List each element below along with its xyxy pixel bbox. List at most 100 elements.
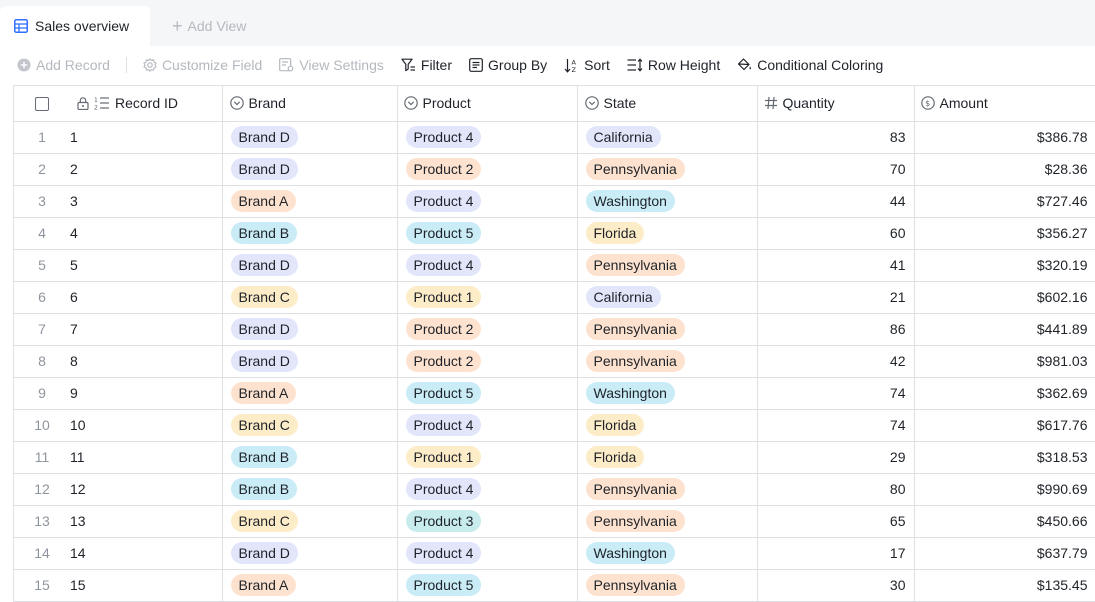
product-cell[interactable]: Product 4 bbox=[397, 537, 578, 570]
state-cell[interactable]: Florida bbox=[577, 409, 758, 442]
row-number[interactable]: 6 bbox=[14, 281, 70, 314]
row-number[interactable]: 3 bbox=[14, 185, 70, 218]
row-number[interactable]: 13 bbox=[14, 505, 70, 538]
quantity-cell[interactable]: 86 bbox=[757, 313, 915, 346]
quantity-cell[interactable]: 17 bbox=[757, 537, 915, 570]
record-id-cell[interactable]: 5 bbox=[70, 249, 223, 282]
amount-cell[interactable]: $981.03 bbox=[914, 345, 1095, 378]
quantity-cell[interactable]: 42 bbox=[757, 345, 915, 378]
quantity-cell[interactable]: 29 bbox=[757, 441, 915, 474]
amount-cell[interactable]: $318.53 bbox=[914, 441, 1095, 474]
column-header-amount[interactable]: $ Amount bbox=[914, 86, 1095, 122]
table-row[interactable]: 10 10 Brand C Product 4 Florida 74 $617.76 bbox=[14, 409, 1095, 442]
brand-cell[interactable]: Brand D bbox=[222, 313, 398, 346]
quantity-cell[interactable]: 74 bbox=[757, 377, 915, 410]
state-cell[interactable]: Pennsylvania bbox=[577, 153, 758, 186]
row-number[interactable]: 11 bbox=[14, 441, 70, 474]
record-id-cell[interactable]: 9 bbox=[70, 377, 223, 410]
quantity-cell[interactable]: 70 bbox=[757, 153, 915, 186]
row-number[interactable]: 9 bbox=[14, 377, 70, 410]
column-header-quantity[interactable]: Quantity bbox=[757, 86, 915, 122]
product-cell[interactable]: Product 4 bbox=[397, 121, 578, 154]
column-header-state[interactable]: State bbox=[577, 86, 758, 122]
amount-cell[interactable]: $441.89 bbox=[914, 313, 1095, 346]
product-cell[interactable]: Product 5 bbox=[397, 217, 578, 250]
amount-cell[interactable]: $356.27 bbox=[914, 217, 1095, 250]
brand-cell[interactable]: Brand C bbox=[222, 505, 398, 538]
quantity-cell[interactable]: 30 bbox=[757, 569, 915, 602]
brand-cell[interactable]: Brand B bbox=[222, 441, 398, 474]
row-number[interactable]: 4 bbox=[14, 217, 70, 250]
state-cell[interactable]: California bbox=[577, 281, 758, 314]
amount-cell[interactable]: $727.46 bbox=[914, 185, 1095, 218]
record-id-cell[interactable]: 12 bbox=[70, 473, 223, 506]
table-row[interactable]: 1 1 Brand D Product 4 California 83 $386.78 bbox=[14, 121, 1095, 154]
quantity-cell[interactable]: 83 bbox=[757, 121, 915, 154]
record-id-cell[interactable]: 14 bbox=[70, 537, 223, 570]
product-cell[interactable]: Product 2 bbox=[397, 313, 578, 346]
record-id-cell[interactable]: 8 bbox=[70, 345, 223, 378]
brand-cell[interactable]: Brand C bbox=[222, 409, 398, 442]
tab-sales-overview[interactable]: Sales overview bbox=[0, 6, 150, 46]
brand-cell[interactable]: Brand D bbox=[222, 249, 398, 282]
table-row[interactable]: 15 15 Brand A Product 5 Pennsylvania 30 $135.4… bbox=[14, 569, 1095, 602]
table-row[interactable]: 8 8 Brand D Product 2 Pennsylvania 42 $981.03 bbox=[14, 345, 1095, 378]
state-cell[interactable]: Florida bbox=[577, 217, 758, 250]
brand-cell[interactable]: Brand D bbox=[222, 537, 398, 570]
record-id-cell[interactable]: 11 bbox=[70, 441, 223, 474]
table-row[interactable]: 7 7 Brand D Product 2 Pennsylvania 86 $441.89 bbox=[14, 313, 1095, 346]
product-cell[interactable]: Product 5 bbox=[397, 569, 578, 602]
product-cell[interactable]: Product 4 bbox=[397, 409, 578, 442]
customize-field-button[interactable]: Customize Field bbox=[143, 53, 262, 77]
quantity-cell[interactable]: 60 bbox=[757, 217, 915, 250]
amount-cell[interactable]: $990.69 bbox=[914, 473, 1095, 506]
state-cell[interactable]: Pennsylvania bbox=[577, 249, 758, 282]
amount-cell[interactable]: $320.19 bbox=[914, 249, 1095, 282]
table-row[interactable]: 6 6 Brand C Product 1 California 21 $602.16 bbox=[14, 281, 1095, 314]
brand-cell[interactable]: Brand D bbox=[222, 121, 398, 154]
brand-cell[interactable]: Brand A bbox=[222, 377, 398, 410]
product-cell[interactable]: Product 3 bbox=[397, 505, 578, 538]
table-row[interactable]: 3 3 Brand A Product 4 Washington 44 $727.46 bbox=[14, 185, 1095, 218]
product-cell[interactable]: Product 5 bbox=[397, 377, 578, 410]
quantity-cell[interactable]: 21 bbox=[757, 281, 915, 314]
product-cell[interactable]: Product 1 bbox=[397, 441, 578, 474]
row-number[interactable]: 8 bbox=[14, 345, 70, 378]
state-cell[interactable]: Pennsylvania bbox=[577, 473, 758, 506]
record-id-cell[interactable]: 13 bbox=[70, 505, 223, 538]
state-cell[interactable]: Pennsylvania bbox=[577, 313, 758, 346]
state-cell[interactable]: Pennsylvania bbox=[577, 505, 758, 538]
group-by-button[interactable]: Group By bbox=[469, 53, 547, 77]
quantity-cell[interactable]: 41 bbox=[757, 249, 915, 282]
add-view-button[interactable]: + Add View bbox=[172, 16, 246, 36]
product-cell[interactable]: Product 2 bbox=[397, 345, 578, 378]
product-cell[interactable]: Product 4 bbox=[397, 473, 578, 506]
table-row[interactable]: 12 12 Brand B Product 4 Pennsylvania 80 $990.6… bbox=[14, 473, 1095, 506]
row-number[interactable]: 5 bbox=[14, 249, 70, 282]
amount-cell[interactable]: $28.36 bbox=[914, 153, 1095, 186]
state-cell[interactable]: California bbox=[577, 121, 758, 154]
select-all-checkbox[interactable] bbox=[35, 97, 49, 112]
state-cell[interactable]: Washington bbox=[577, 185, 758, 218]
brand-cell[interactable]: Brand A bbox=[222, 185, 398, 218]
amount-cell[interactable]: $450.66 bbox=[914, 505, 1095, 538]
row-number[interactable]: 7 bbox=[14, 313, 70, 346]
table-row[interactable]: 13 13 Brand C Product 3 Pennsylvania 65 $450.6… bbox=[14, 505, 1095, 538]
row-number[interactable]: 12 bbox=[14, 473, 70, 506]
state-cell[interactable]: Washington bbox=[577, 377, 758, 410]
brand-cell[interactable]: Brand C bbox=[222, 281, 398, 314]
row-number[interactable]: 1 bbox=[14, 121, 70, 154]
row-height-button[interactable]: Row Height bbox=[627, 53, 720, 77]
product-cell[interactable]: Product 2 bbox=[397, 153, 578, 186]
amount-cell[interactable]: $362.69 bbox=[914, 377, 1095, 410]
amount-cell[interactable]: $602.16 bbox=[914, 281, 1095, 314]
row-number[interactable]: 10 bbox=[14, 409, 70, 442]
amount-cell[interactable]: $637.79 bbox=[914, 537, 1095, 570]
quantity-cell[interactable]: 44 bbox=[757, 185, 915, 218]
view-settings-button[interactable]: View Settings bbox=[279, 53, 384, 77]
brand-cell[interactable]: Brand D bbox=[222, 345, 398, 378]
column-header-brand[interactable]: Brand bbox=[222, 86, 398, 122]
state-cell[interactable]: Pennsylvania bbox=[577, 345, 758, 378]
sort-button[interactable]: A Z Sort bbox=[564, 53, 610, 77]
quantity-cell[interactable]: 74 bbox=[757, 409, 915, 442]
